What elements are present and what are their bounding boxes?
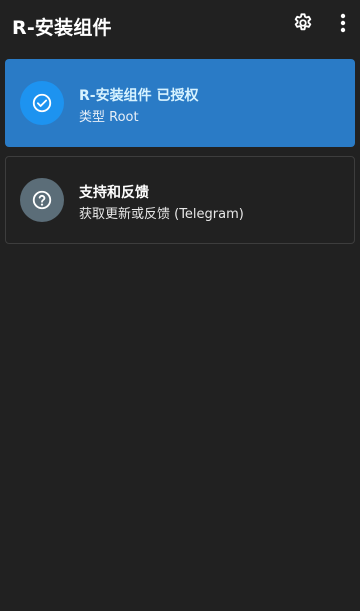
more-options-button[interactable] xyxy=(328,10,358,40)
app-title: R-安装组件 xyxy=(12,17,112,39)
more-vert-icon xyxy=(340,13,346,37)
check-circle-icon xyxy=(20,81,64,125)
gear-icon xyxy=(292,12,314,38)
help-circle-icon xyxy=(20,178,64,222)
support-subtitle: 获取更新或反馈 (Telegram) xyxy=(79,207,244,222)
support-feedback-card[interactable]: 支持和反馈 获取更新或反馈 (Telegram) xyxy=(5,156,355,244)
support-title: 支持和反馈 xyxy=(79,185,149,201)
status-title: R-安装组件 已授权 xyxy=(79,88,199,104)
settings-button[interactable] xyxy=(288,10,318,40)
authorization-status-card[interactable]: R-安装组件 已授权 类型 Root xyxy=(5,59,355,147)
app-root: R-安装组件 R-安装组件 已授权 类型 Root 支持和反馈 获取更新或反馈 … xyxy=(0,0,360,611)
status-subtitle: 类型 Root xyxy=(79,110,139,125)
app-bar: R-安装组件 xyxy=(0,0,360,52)
